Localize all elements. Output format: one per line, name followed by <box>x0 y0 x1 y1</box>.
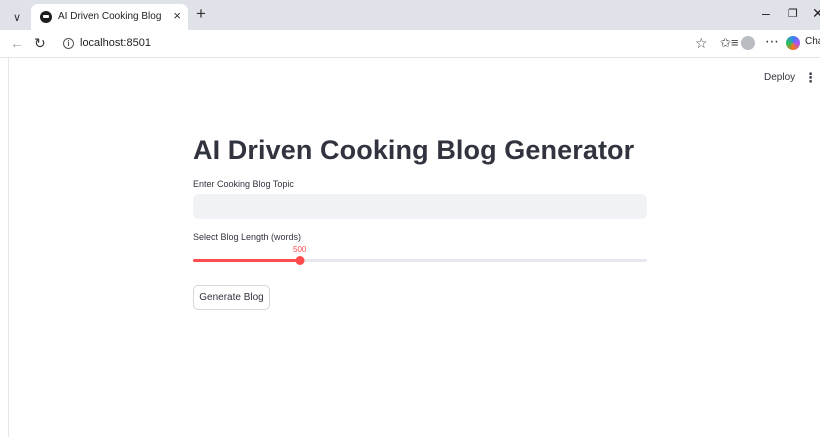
arrow-left-icon[interactable]: ← <box>10 35 24 51</box>
length-label: Select Blog Length (words) <box>193 232 302 242</box>
tab-active[interactable]: AI Driven Cooking Blog × <box>31 4 188 30</box>
length-slider[interactable] <box>193 256 647 265</box>
app-page: Deploy ⋮ AI Driven Cooking Blog Generato… <box>0 58 820 437</box>
slider-value: 500 <box>293 245 307 254</box>
tab-title: AI Driven Cooking Blog <box>58 11 162 22</box>
profile-icon[interactable] <box>741 36 755 50</box>
info-icon[interactable]: i <box>63 38 74 49</box>
favorites-icon[interactable]: ✩≡ <box>720 35 738 51</box>
page-title: AI Driven Cooking Blog Generator <box>193 135 635 165</box>
more-icon[interactable]: ⋯ <box>765 33 780 50</box>
copilot-label[interactable]: Cha <box>805 36 820 47</box>
app-menu-icon[interactable]: ⋮ <box>804 70 817 86</box>
topic-input[interactable] <box>193 194 647 219</box>
generate-blog-button[interactable]: Generate Blog <box>193 285 270 310</box>
streamlit-favicon-icon <box>40 11 52 23</box>
page-divider <box>8 58 9 437</box>
slider-fill <box>193 259 300 262</box>
window-close-icon[interactable]: ✕ <box>812 5 820 22</box>
slider-thumb[interactable] <box>295 256 305 265</box>
reload-icon[interactable]: ↻ <box>34 35 46 52</box>
topic-label: Enter Cooking Blog Topic <box>193 179 294 189</box>
address-toolbar: ← ↻ i localhost:8501 ☆ ✩≡ ⋯ Cha <box>0 30 820 58</box>
tab-strip: ∨ AI Driven Cooking Blog × + – ❐ ✕ <box>0 0 820 30</box>
minimize-icon[interactable]: – <box>762 5 770 21</box>
url-text: localhost:8501 <box>80 37 151 49</box>
copilot-icon[interactable] <box>786 36 800 50</box>
tab-menu-icon[interactable]: ∨ <box>8 8 26 26</box>
browser-window: ∨ AI Driven Cooking Blog × + – ❐ ✕ ← ↻ i… <box>0 0 820 437</box>
star-icon[interactable]: ☆ <box>695 35 708 52</box>
tab-close-icon[interactable]: × <box>173 8 181 24</box>
deploy-button[interactable]: Deploy <box>764 72 795 83</box>
new-tab-icon[interactable]: + <box>196 5 206 23</box>
address-bar[interactable]: i localhost:8501 <box>56 33 690 55</box>
restore-icon[interactable]: ❐ <box>788 7 798 20</box>
